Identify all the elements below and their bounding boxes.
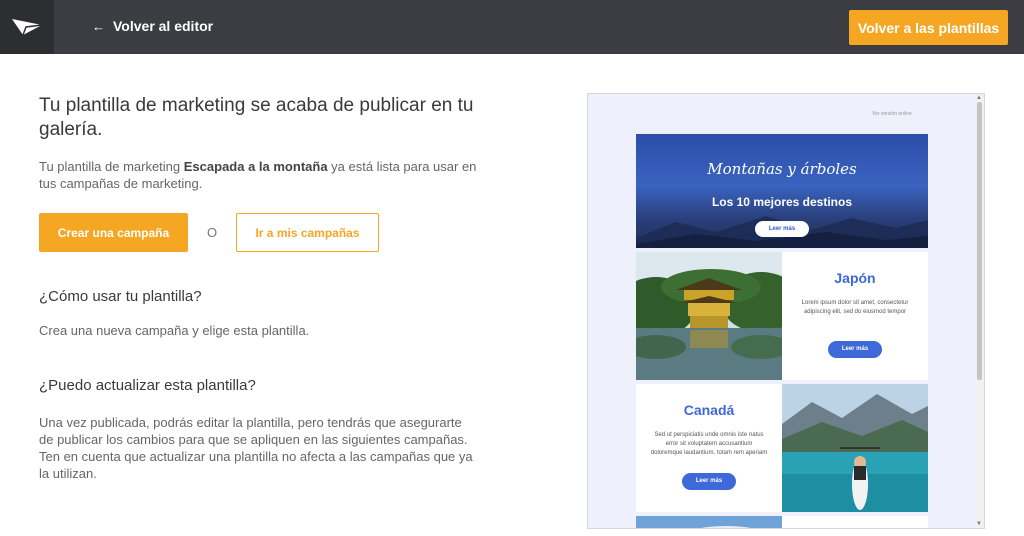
faq-how-title: ¿Cómo usar tu plantilla? [39, 288, 202, 305]
back-label: Volver al editor [113, 18, 214, 34]
canada-card: Canadá Sed ut perspiciatis unde omnis is… [636, 384, 782, 512]
or-separator: O [206, 225, 218, 240]
back-to-editor-link[interactable]: ← Volver al editor [92, 18, 213, 34]
canada-lake-image [782, 384, 928, 512]
confirmation-panel: Tu plantilla de marketing se acaba de pu… [39, 94, 479, 252]
japan-read-more-button[interactable]: Leer más [828, 341, 882, 358]
hero-read-more-button[interactable]: Leer más [755, 221, 809, 237]
template-preview[interactable]: Ver versión online Montañas y árboles Lo… [587, 93, 985, 529]
japan-temple-image [636, 252, 782, 380]
scrollbar-thumb[interactable] [977, 102, 982, 380]
back-to-templates-button[interactable]: Volver a las plantillas [849, 10, 1008, 45]
page-title: Tu plantilla de marketing se acaba de pu… [39, 95, 474, 140]
description: Tu plantilla de marketing Escapada a la … [39, 159, 477, 191]
web-version-link[interactable]: Ver versión online [872, 111, 912, 117]
article-row [636, 516, 928, 528]
canada-title: Canadá [683, 402, 735, 418]
arrow-left-icon: ← [92, 18, 105, 34]
faq-update-title: ¿Puedo actualizar esta plantilla? [39, 377, 256, 394]
hero-banner: Montañas y árboles Los 10 mejores destin… [636, 134, 928, 248]
preview-scrollbar[interactable]: ▲ ▼ [975, 94, 984, 528]
article-row: Canadá Sed ut perspiciatis unde omnis is… [636, 384, 928, 512]
japan-text: Lorem ipsum dolor sit amet, consectetur … [801, 300, 909, 315]
faq-how-text: Crea una nueva campaña y elige esta plan… [39, 323, 310, 338]
hero-title: Montañas y árboles [707, 160, 857, 178]
email-template: Montañas y árboles Los 10 mejores destin… [636, 134, 928, 528]
japan-card: Japón Lorem ipsum dolor sit amet, consec… [782, 252, 928, 380]
scroll-down-icon[interactable]: ▼ [976, 521, 982, 527]
template-name: Escapada a la montaña [183, 159, 328, 174]
paper-plane-icon [12, 19, 43, 36]
article-row: Japón Lorem ipsum dolor sit amet, consec… [636, 252, 928, 380]
canada-read-more-button[interactable]: Leer más [682, 473, 736, 490]
logo[interactable] [0, 0, 54, 54]
canada-text: Sed ut perspiciatis unde omnis iste natu… [650, 432, 768, 456]
actions: Crear una campaña O Ir a mis campañas [39, 213, 479, 252]
top-bar: ← Volver al editor Volver a las plantill… [0, 0, 1024, 54]
scroll-up-icon[interactable]: ▲ [976, 95, 982, 101]
japan-title: Japón [834, 270, 876, 286]
create-campaign-button[interactable]: Crear una campaña [39, 213, 188, 252]
next-card [782, 516, 928, 528]
my-campaigns-button[interactable]: Ir a mis campañas [236, 213, 379, 252]
sky-image [636, 516, 782, 528]
hero-subtitle: Los 10 mejores destinos [711, 195, 853, 209]
faq-update-text: Una vez publicada, podrás editar la plan… [39, 415, 473, 481]
